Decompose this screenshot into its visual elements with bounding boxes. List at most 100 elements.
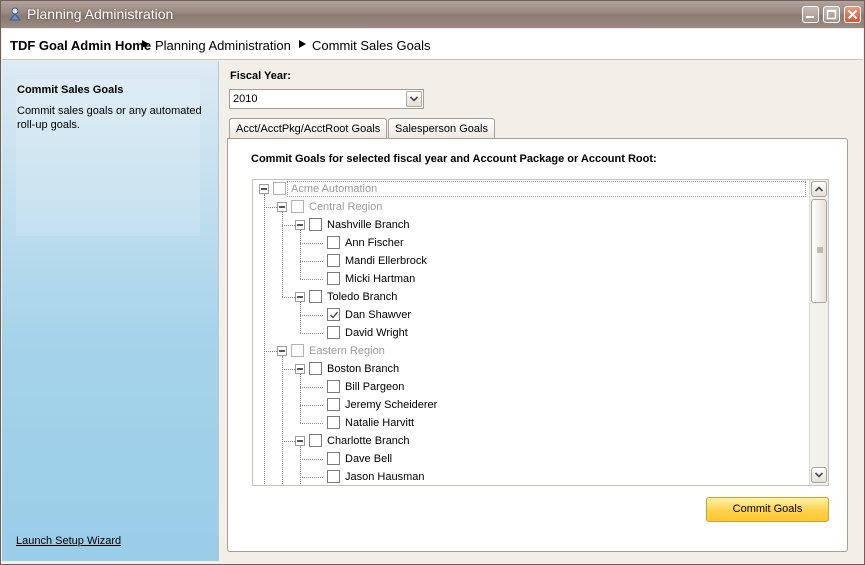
panel-heading: Commit Goals for selected fiscal year an… (251, 153, 657, 165)
tree-node[interactable]: Charlotte Branch (253, 432, 808, 450)
tab-label: Acct/AcctPkg/AcctRoot Goals (236, 123, 381, 135)
commit-goals-button[interactable]: Commit Goals (706, 497, 829, 522)
tree-node[interactable]: Toledo Branch (253, 288, 808, 306)
scroll-up-button[interactable] (811, 181, 827, 197)
app-icon (8, 7, 22, 21)
window-title: Planning Administration (27, 6, 174, 22)
tree-checkbox[interactable] (327, 308, 340, 321)
tree-node-label: Central Region (309, 201, 383, 213)
tree-checkbox[interactable] (291, 344, 304, 357)
breadcrumb-planning-administration[interactable]: Planning Administration (155, 38, 291, 53)
tree-node-label: Natalie Harvitt (345, 417, 415, 429)
goals-tree[interactable]: Acme Automation Central Region Nashville B… (252, 179, 829, 486)
tree-checkbox[interactable] (309, 434, 322, 447)
chevron-up-icon (814, 186, 824, 192)
selected-row-focus (287, 181, 806, 197)
tree-checkbox[interactable] (327, 326, 340, 339)
tree-node[interactable]: Central Region (253, 198, 808, 216)
tree-checkbox[interactable] (309, 362, 322, 375)
tree-checkbox[interactable] (327, 272, 340, 285)
tree-node[interactable]: Bill Pargeon (253, 378, 808, 396)
tree-node[interactable]: Natalie Harvitt (253, 414, 808, 432)
tree-node[interactable]: Dan Shawver (253, 306, 808, 324)
tree-node[interactable]: Ann Fischer (253, 234, 808, 252)
tree-node-label: Ann Fischer (345, 237, 404, 249)
tree-checkbox[interactable] (327, 416, 340, 429)
tree-checkbox[interactable] (327, 452, 340, 465)
close-icon (847, 9, 858, 20)
scroll-thumb[interactable] (811, 199, 827, 303)
tab-panel: Commit Goals for selected fiscal year an… (227, 138, 848, 552)
tree-checkbox[interactable] (327, 398, 340, 411)
collapse-icon[interactable] (295, 292, 305, 302)
collapse-icon[interactable] (277, 202, 287, 212)
tree-checkbox[interactable] (327, 380, 340, 393)
collapse-icon[interactable] (295, 220, 305, 230)
sidebar-title: Commit Sales Goals (17, 84, 124, 96)
tree-node-label: Dan Shawver (345, 309, 412, 321)
tree-node-label: David Wright (345, 327, 408, 339)
chevron-down-icon (814, 472, 824, 478)
tree-node-label: Jason Hausman (345, 471, 425, 483)
tree-node-label: Boston Branch (327, 363, 400, 375)
fiscal-year-label: Fiscal Year: (230, 70, 291, 82)
collapse-icon[interactable] (295, 364, 305, 374)
tree-node[interactable]: David Wright (253, 324, 808, 342)
tree-checkbox[interactable] (327, 470, 340, 483)
breadcrumb: TDF Goal Admin Home Planning Administrat… (2, 29, 863, 60)
tree-checkbox[interactable] (327, 254, 340, 267)
tree-checkbox[interactable] (273, 182, 286, 195)
tree-node-label: Jeremy Scheiderer (345, 399, 438, 411)
tree-node[interactable]: Eastern Region (253, 342, 808, 360)
tree-node-label: Mandi Ellerbrock (345, 255, 427, 267)
tree-checkbox[interactable] (309, 218, 322, 231)
maximize-button[interactable] (823, 6, 840, 23)
grip-icon (817, 247, 823, 253)
tree-node[interactable]: Jeremy Scheiderer (253, 396, 808, 414)
breadcrumb-separator-icon (142, 40, 149, 48)
scroll-down-button[interactable] (811, 467, 827, 483)
chevron-down-icon (409, 96, 419, 102)
tree-node-label: Dave Bell (345, 453, 393, 465)
launch-setup-wizard-link[interactable]: Launch Setup Wizard (16, 535, 121, 547)
tree-node-label: Eastern Region (309, 345, 385, 357)
tab-account-goals[interactable]: Acct/AcctPkg/AcctRoot Goals (229, 118, 388, 139)
tree-checkbox[interactable] (327, 236, 340, 249)
checkmark-icon (330, 311, 339, 319)
vertical-scrollbar[interactable] (809, 180, 828, 485)
collapse-icon[interactable] (277, 346, 287, 356)
tree-checkbox[interactable] (309, 290, 322, 303)
app-window: Planning Administration TDF Goal Admin H… (0, 0, 865, 565)
tree-node[interactable]: Dave Bell (253, 450, 808, 468)
tree-node[interactable]: Mandi Ellerbrock (253, 252, 808, 270)
breadcrumb-current: Commit Sales Goals (312, 38, 431, 53)
collapse-icon[interactable] (295, 436, 305, 446)
title-bar[interactable]: Planning Administration (1, 1, 864, 28)
fiscal-year-select[interactable]: 2010 (229, 89, 424, 109)
breadcrumb-home[interactable]: TDF Goal Admin Home (10, 38, 151, 53)
minimize-icon (806, 16, 814, 18)
sidebar: Commit Sales Goals Commit sales goals or… (2, 61, 219, 561)
tree-node[interactable]: Boston Branch (253, 360, 808, 378)
breadcrumb-separator-icon (299, 40, 306, 48)
tree-node[interactable]: Micki Hartman (253, 270, 808, 288)
sidebar-description: Commit sales goals or any automated roll… (17, 105, 202, 131)
tree-node[interactable]: Nashville Branch (253, 216, 808, 234)
sidebar-info-box: Commit Sales Goals Commit sales goals or… (16, 79, 202, 236)
minimize-button[interactable] (802, 6, 819, 23)
dropdown-button[interactable] (406, 91, 422, 107)
tab-salesperson-goals[interactable]: Salesperson Goals (388, 118, 495, 139)
tree-node-label: Bill Pargeon (345, 381, 405, 393)
collapse-icon[interactable] (259, 184, 269, 194)
close-button[interactable] (844, 6, 861, 23)
fiscal-year-value: 2010 (233, 93, 258, 105)
tree-node-label: Micki Hartman (345, 273, 416, 285)
main-content: Fiscal Year: 2010 Acct/AcctPkg/AcctRoot … (220, 61, 863, 561)
maximize-icon (826, 9, 837, 20)
tree-checkbox[interactable] (291, 200, 304, 213)
tree-node-label: Toledo Branch (327, 291, 398, 303)
tree-node[interactable]: Jason Hausman (253, 468, 808, 485)
tree-node-label: Charlotte Branch (327, 435, 410, 447)
tab-label: Salesperson Goals (395, 123, 488, 135)
tree-node-label: Nashville Branch (327, 219, 410, 231)
